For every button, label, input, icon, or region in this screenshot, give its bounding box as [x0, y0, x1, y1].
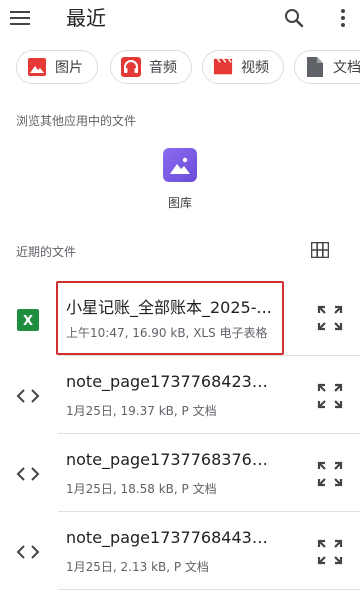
- chip-documents[interactable]: 文档: [294, 50, 360, 84]
- chip-label: 图片: [55, 60, 83, 76]
- chip-label: 视频: [241, 60, 269, 76]
- grid-view-icon[interactable]: [309, 240, 331, 260]
- chip-video[interactable]: 视频: [202, 50, 284, 84]
- gallery-icon: [163, 148, 197, 182]
- file-name: note_page173776844350...: [66, 528, 276, 547]
- file-meta: 上午10:47, 16.90 kB, XLS 电子表格: [66, 326, 268, 340]
- movie-icon: [213, 57, 233, 77]
- file-meta: 1月25日, 19.37 kB, P 文档: [66, 404, 217, 418]
- app-label: 图库: [167, 196, 192, 210]
- search-icon[interactable]: [282, 6, 306, 30]
- file-row[interactable]: note_page173776837691... 1月25日, 18.58 kB…: [0, 434, 360, 512]
- file-name: note_page173776842324...: [66, 372, 276, 391]
- filter-chips: 图片 音频 视频 文档: [0, 50, 360, 86]
- file-name: note_page173776837691...: [66, 450, 276, 469]
- headphones-icon: [121, 57, 141, 77]
- file-row[interactable]: note_page173776842324... 1月25日, 19.37 kB…: [0, 356, 360, 434]
- expand-icon[interactable]: [316, 382, 344, 410]
- file-row[interactable]: note_page173776844350... 1月25日, 2.13 kB,…: [0, 512, 360, 590]
- page-title: 最近: [66, 6, 106, 30]
- svg-text:X: X: [23, 314, 33, 329]
- code-icon: [16, 540, 40, 564]
- app-gallery[interactable]: 图库: [150, 148, 210, 218]
- expand-icon[interactable]: [316, 538, 344, 566]
- expand-icon[interactable]: [316, 460, 344, 488]
- chip-audio[interactable]: 音频: [110, 50, 192, 84]
- file-meta: 1月25日, 2.13 kB, P 文档: [66, 560, 209, 574]
- more-vert-icon[interactable]: [334, 6, 352, 30]
- top-app-bar: 最近: [0, 0, 360, 36]
- file-meta: 1月25日, 18.58 kB, P 文档: [66, 482, 217, 496]
- chip-label: 音频: [149, 60, 177, 76]
- recent-section-label: 近期的文件: [16, 245, 77, 259]
- document-icon: [305, 57, 325, 77]
- chip-label: 文档: [333, 60, 360, 76]
- expand-icon[interactable]: [316, 304, 344, 332]
- code-icon: [16, 462, 40, 486]
- file-name: 小星记账_全部账本_2025-...: [66, 298, 272, 317]
- image-icon: [27, 57, 47, 77]
- excel-icon: X: [16, 308, 40, 332]
- divider: [58, 589, 360, 590]
- file-row[interactable]: X 小星记账_全部账本_2025-... 上午10:47, 16.90 kB, …: [0, 278, 360, 356]
- chip-images[interactable]: 图片: [16, 50, 98, 84]
- code-icon: [16, 384, 40, 408]
- menu-icon[interactable]: [8, 6, 32, 30]
- browse-section-label: 浏览其他应用中的文件: [16, 114, 137, 128]
